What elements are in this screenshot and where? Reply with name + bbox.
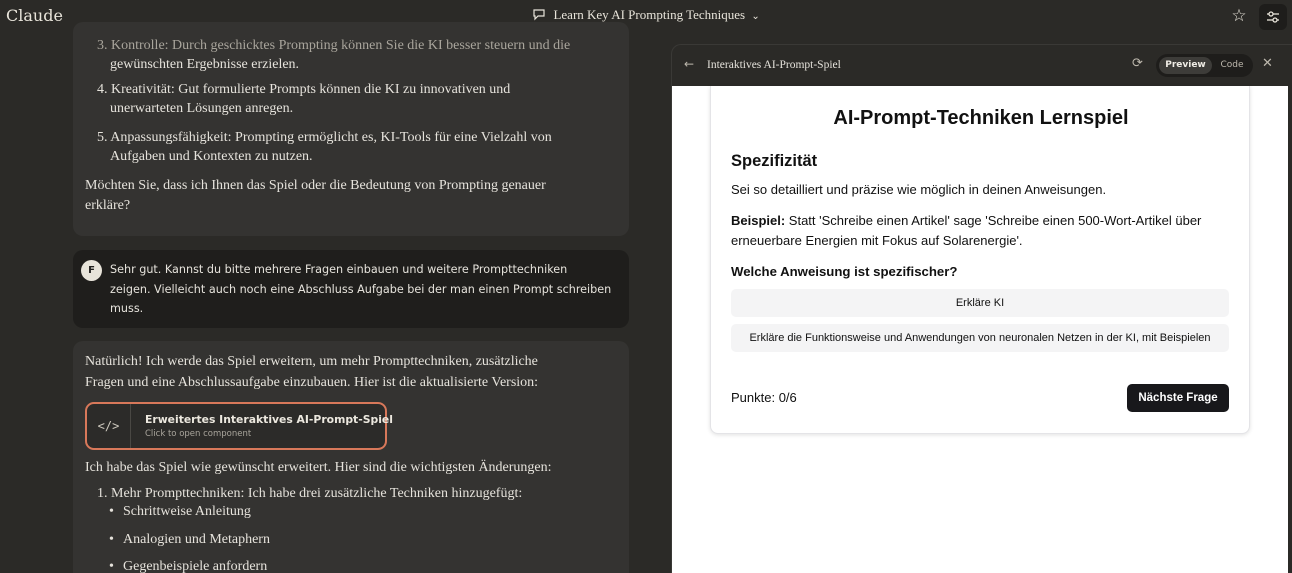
assistant-message: Natürlich! Ich werde das Spiel erweitern… — [73, 341, 629, 573]
list-item: 3. Kontrolle: Durch geschicktes Promptin… — [97, 38, 571, 53]
back-arrow-icon[interactable]: ← — [684, 57, 694, 71]
user-message: F Sehr gut. Kannst du bitte mehrere Frag… — [73, 250, 629, 328]
score-text: Punkte: 0/6 — [731, 390, 797, 405]
question-text: Welche Anweisung ist spezifischer? — [731, 264, 958, 279]
paragraph: erkläre? — [85, 198, 131, 213]
settings-button[interactable] — [1259, 4, 1287, 30]
user-message-text: zeigen. Vielleicht auch noch eine Abschl… — [110, 283, 612, 296]
bullet-item: Schrittweise Anleitung — [109, 504, 251, 520]
section-heading: Spezifizität — [731, 152, 818, 170]
game-card: AI-Prompt-Techniken Lernspiel Spezifizit… — [710, 86, 1250, 434]
list-item: 5. Anpassungsfähigkeit: Prompting ermögl… — [97, 130, 552, 145]
artifact-preview: AI-Prompt-Techniken Lernspiel Spezifizit… — [672, 86, 1288, 573]
list-item-cont: Aufgaben und Kontexten zu nutzen. — [110, 149, 313, 164]
tab-preview[interactable]: Preview — [1159, 57, 1212, 74]
view-toggle: Preview Code — [1156, 54, 1253, 77]
list-item: 4. Kreativität: Gut formulierte Prompts … — [97, 82, 511, 97]
user-message-text: Sehr gut. Kannst du bitte mehrere Fragen… — [110, 263, 568, 276]
avatar: F — [81, 260, 102, 281]
refresh-icon[interactable]: ⟳ — [1132, 56, 1143, 71]
user-message-text: muss. — [110, 302, 144, 315]
artifact-title: Erweitertes Interaktives AI-Prompt-Spiel — [145, 413, 393, 426]
answer-option[interactable]: Erkläre KI — [731, 289, 1229, 317]
list-item-cont: unerwarteten Lösungen anregen. — [110, 101, 294, 116]
bullet-item: Analogien und Metaphern — [109, 532, 270, 548]
artifact-panel: ← Interaktives AI-Prompt-Spiel ⟳ Preview… — [671, 44, 1292, 573]
star-icon[interactable]: ☆ — [1228, 5, 1250, 27]
artifact-subtitle: Click to open component — [145, 429, 252, 439]
artifact-panel-header: ← Interaktives AI-Prompt-Spiel ⟳ Preview… — [672, 45, 1292, 85]
conversation-title-text: Learn Key AI Prompting Techniques — [553, 7, 746, 22]
example-text: Beispiel: Statt 'Schreibe einen Artikel'… — [731, 213, 1201, 228]
sliders-icon — [1267, 11, 1279, 23]
close-icon[interactable]: ✕ — [1262, 56, 1273, 71]
example-text-cont: erneuerbare Energien mit Fokus auf Solar… — [731, 233, 1023, 248]
answer-option[interactable]: Erkläre die Funktionsweise und Anwendung… — [731, 324, 1229, 352]
next-question-button[interactable]: Nächste Frage — [1127, 384, 1229, 412]
artifact-card[interactable]: </> Erweitertes Interaktives AI-Prompt-S… — [85, 402, 393, 450]
paragraph: Ich habe das Spiel wie gewünscht erweite… — [85, 460, 552, 475]
chat-thread[interactable]: 3. Kontrolle: Durch geschicktes Promptin… — [73, 22, 629, 573]
paragraph: Fragen und eine Abschlussaufgabe einzuba… — [85, 375, 539, 390]
chat-bubble-icon — [533, 9, 545, 21]
code-icon: </> — [87, 404, 131, 448]
bullet-item: Gegenbeispiele anfordern — [109, 559, 267, 573]
list-item: 1. Mehr Prompttechniken: Ich habe drei z… — [97, 486, 523, 501]
paragraph: Natürlich! Ich werde das Spiel erweitern… — [85, 354, 538, 369]
example-line: Statt 'Schreibe einen Artikel' sage 'Sch… — [785, 213, 1202, 228]
example-label: Beispiel: — [731, 213, 786, 228]
list-item-cont: gewünschten Ergebnisse erzielen. — [110, 57, 300, 72]
assistant-message: 3. Kontrolle: Durch geschicktes Promptin… — [73, 22, 629, 236]
tab-code[interactable]: Code — [1214, 57, 1250, 74]
chevron-down-icon: ⌄ — [751, 11, 760, 22]
section-description: Sei so detailliert und präzise wie mögli… — [731, 182, 1107, 197]
paragraph: Möchten Sie, dass ich Ihnen das Spiel od… — [85, 178, 546, 193]
artifact-panel-title: Interaktives AI-Prompt-Spiel — [707, 59, 841, 71]
game-title: AI-Prompt-Techniken Lernspiel — [833, 107, 1129, 129]
conversation-title[interactable]: Learn Key AI Prompting Techniques ⌄ — [0, 7, 1292, 23]
